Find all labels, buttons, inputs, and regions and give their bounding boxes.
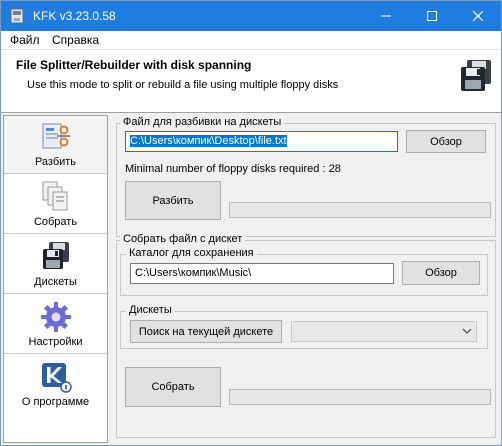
split-icon xyxy=(42,123,70,149)
merge-button[interactable]: Собрать xyxy=(125,367,221,407)
split-progress-bar xyxy=(229,202,491,218)
nav-item-about[interactable]: О программе xyxy=(4,356,107,414)
split-file-path-input[interactable]: C:\Users\компик\Desktop\file.txt xyxy=(125,131,398,152)
merge-group-title: Собрать файл с дискет xyxy=(120,233,246,245)
search-current-disk-button[interactable]: Поиск на текущей дискете xyxy=(130,320,282,343)
menu-bar: Файл Справка xyxy=(1,31,501,50)
header-panel: File Splitter/Rebuilder with disk spanni… xyxy=(1,50,501,113)
header-subtitle: Use this mode to split or rebuild a file… xyxy=(27,79,339,91)
close-button[interactable] xyxy=(455,1,501,31)
maximize-icon xyxy=(427,11,437,21)
floppy-stack-icon xyxy=(461,60,491,91)
minimize-icon xyxy=(381,15,391,17)
split-info-text: Minimal number of floppy disks required … xyxy=(125,163,341,175)
merge-progress-bar xyxy=(229,389,491,405)
nav-item-split[interactable]: Разбить xyxy=(4,116,107,174)
minimize-button[interactable] xyxy=(363,1,409,31)
nav-item-settings[interactable]: Настройки xyxy=(4,296,107,354)
nav-label-settings: Настройки xyxy=(28,336,83,348)
window-title: KFK v3.23.0.58 xyxy=(33,9,116,23)
nav-label-about: О программе xyxy=(21,396,90,408)
about-icon xyxy=(41,363,72,393)
header-title: File Splitter/Rebuilder with disk spanni… xyxy=(16,58,252,72)
nav-item-floppy[interactable]: Дискеты xyxy=(4,236,107,294)
disk-select[interactable] xyxy=(291,321,477,342)
menu-file[interactable]: Файл xyxy=(10,33,40,47)
nav-label-merge: Собрать xyxy=(33,216,78,228)
chevron-down-icon xyxy=(462,328,472,334)
nav-label-split: Разбить xyxy=(34,156,77,168)
settings-gear-icon xyxy=(40,302,71,332)
maximize-button[interactable] xyxy=(409,1,455,31)
split-button[interactable]: Разбить xyxy=(125,181,221,220)
app-window: KFK v3.23.0.58 Файл Справка File Splitte… xyxy=(0,0,502,446)
mode-navigation: Разбить Собрать Дискеты Настройки О прог… xyxy=(3,115,108,443)
nav-label-floppy: Дискеты xyxy=(34,276,77,288)
split-file-path-text: C:\Users\компик\Desktop\file.txt xyxy=(130,135,287,147)
merge-browse-button[interactable]: Обзор xyxy=(402,261,480,285)
floppy-icon xyxy=(42,242,69,269)
close-icon xyxy=(473,11,483,21)
main-content: Файл для разбивки на дискеты C:\Users\ко… xyxy=(116,115,499,443)
app-icon xyxy=(10,8,24,24)
disks-group-title: Дискеты xyxy=(126,304,175,316)
title-bar[interactable]: KFK v3.23.0.58 xyxy=(1,1,501,31)
menu-help[interactable]: Справка xyxy=(52,33,99,47)
save-path-input[interactable]: C:\Users\компик\Music\ xyxy=(130,263,394,284)
nav-item-merge[interactable]: Собрать xyxy=(4,176,107,234)
merge-icon xyxy=(42,181,67,211)
split-group-title: Файл для разбивки на дискеты xyxy=(120,116,285,128)
save-folder-title: Каталог для сохранения xyxy=(126,247,257,259)
split-browse-button[interactable]: Обзор xyxy=(406,130,486,153)
